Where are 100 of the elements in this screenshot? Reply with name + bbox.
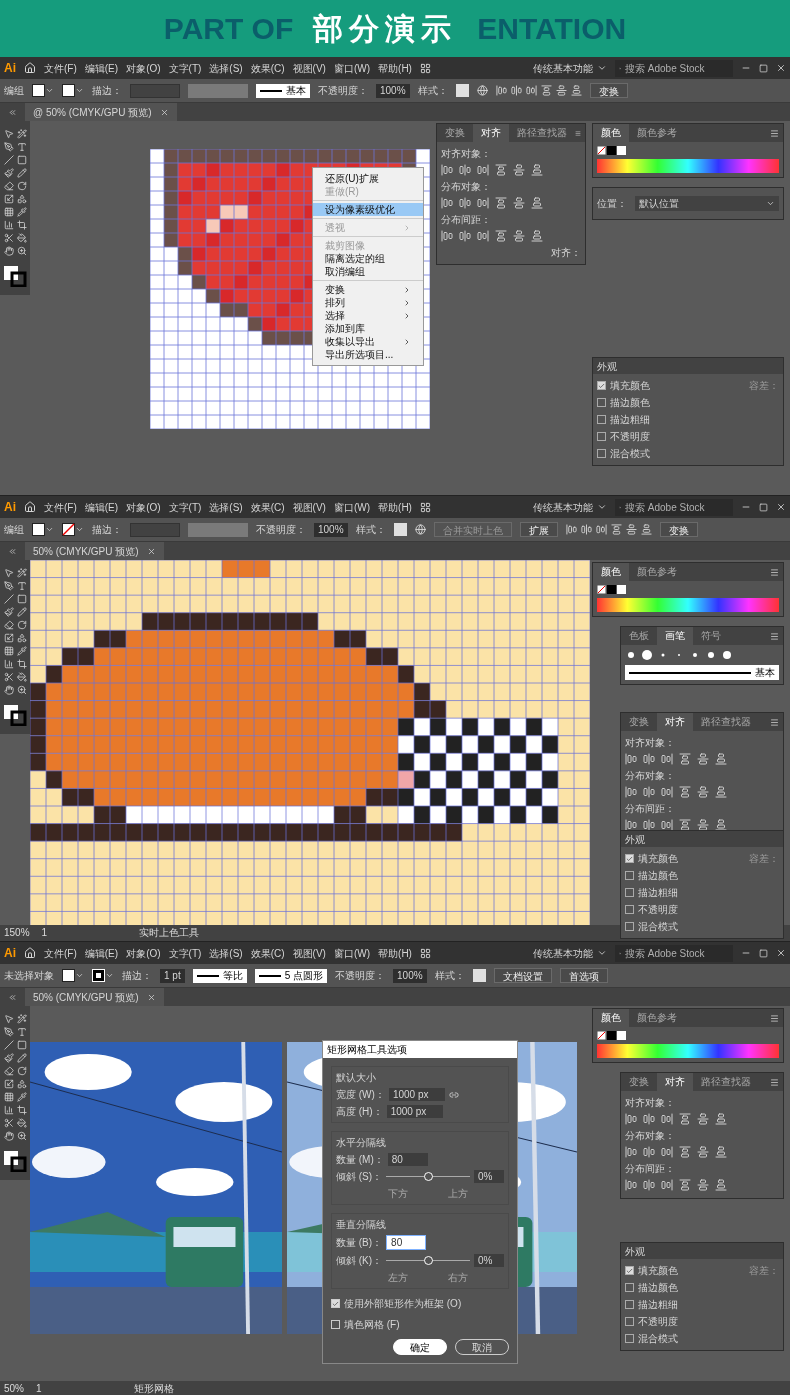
fill-stroke-swatch-icon[interactable] bbox=[597, 585, 627, 594]
search-field[interactable]: 搜索 Adobe Stock bbox=[615, 498, 733, 516]
align-top-icon[interactable] bbox=[679, 753, 691, 765]
align-bottom-icon[interactable] bbox=[531, 197, 543, 209]
close-icon[interactable] bbox=[776, 63, 786, 73]
checkbox[interactable] bbox=[625, 1300, 634, 1309]
close-icon[interactable] bbox=[776, 948, 786, 958]
checkbox[interactable] bbox=[597, 381, 606, 390]
search-field[interactable]: 搜索 Adobe Stock bbox=[615, 59, 733, 77]
align-center-icon[interactable] bbox=[643, 1146, 655, 1158]
menu-item[interactable]: 取消编组 bbox=[313, 265, 423, 278]
dialog-button[interactable]: 确定 bbox=[393, 1339, 447, 1355]
menu-item[interactable]: 视图(V) bbox=[292, 945, 326, 961]
checkbox[interactable] bbox=[625, 888, 634, 897]
align-right-icon[interactable] bbox=[661, 1113, 673, 1125]
menu-item[interactable]: 文字(T) bbox=[168, 60, 202, 76]
toolbar-button[interactable]: 文档设置 bbox=[493, 968, 552, 983]
position-dropdown[interactable]: 默认位置 bbox=[635, 196, 779, 211]
menu-item[interactable]: 效果(C) bbox=[250, 60, 285, 76]
width-field[interactable]: 1000 px bbox=[388, 1088, 445, 1101]
menu-item[interactable]: 编辑(E) bbox=[84, 60, 119, 76]
close-icon[interactable] bbox=[146, 546, 156, 556]
shapes-icon[interactable] bbox=[16, 194, 27, 204]
checkbox[interactable] bbox=[331, 1299, 340, 1308]
menu-item[interactable]: 对象(O) bbox=[126, 945, 161, 961]
crop-icon[interactable] bbox=[16, 659, 27, 669]
align-bottom-icon[interactable] bbox=[715, 1179, 727, 1191]
panel-menu-icon[interactable] bbox=[770, 1013, 779, 1023]
align-right-icon[interactable] bbox=[661, 1179, 673, 1191]
menu-item[interactable]: 帮助(H) bbox=[378, 945, 412, 961]
pointer-icon[interactable] bbox=[3, 1014, 14, 1024]
align-left-icon[interactable] bbox=[441, 230, 453, 242]
panel-menu-icon[interactable] bbox=[770, 1077, 779, 1087]
align-bottom-icon[interactable] bbox=[531, 164, 543, 176]
eyedropper-icon[interactable] bbox=[16, 646, 27, 656]
align-center-icon[interactable] bbox=[643, 1179, 655, 1191]
fill-swatch[interactable] bbox=[32, 523, 45, 536]
document-tab[interactable]: 50% (CMYK/GPU 预览) bbox=[25, 542, 164, 560]
menu-item[interactable]: 选择(S) bbox=[209, 60, 243, 76]
panel-menu-icon[interactable] bbox=[770, 631, 779, 641]
checkbox[interactable] bbox=[625, 1266, 634, 1275]
menu-item[interactable]: 编辑(E) bbox=[84, 499, 119, 515]
close-icon[interactable] bbox=[159, 107, 169, 117]
checkbox[interactable] bbox=[597, 398, 606, 407]
slider-thumb[interactable] bbox=[424, 1256, 434, 1265]
style-swatch[interactable] bbox=[393, 523, 407, 536]
zoom-icon[interactable] bbox=[16, 246, 27, 256]
home-icon[interactable] bbox=[24, 62, 36, 74]
skew-field[interactable]: 0% bbox=[474, 1254, 504, 1267]
rotate-icon[interactable] bbox=[16, 1066, 27, 1076]
stroke-weight-field[interactable] bbox=[130, 83, 180, 98]
menu-item[interactable]: 文件(F) bbox=[44, 499, 77, 515]
count-field[interactable]: 80 bbox=[386, 1235, 427, 1250]
scissors-icon[interactable] bbox=[3, 672, 14, 682]
align-middle-icon[interactable] bbox=[697, 819, 709, 831]
menu-item[interactable]: 文件(F) bbox=[44, 60, 77, 76]
panel-tab[interactable]: 颜色 bbox=[593, 124, 629, 142]
scale-icon[interactable] bbox=[3, 1079, 14, 1089]
align-middle-icon[interactable] bbox=[625, 524, 637, 535]
menu-item[interactable]: 选择(S) bbox=[209, 499, 243, 515]
type-icon[interactable] bbox=[16, 142, 27, 152]
pen-icon[interactable] bbox=[3, 1027, 14, 1037]
align-center-icon[interactable] bbox=[643, 819, 655, 831]
align-top-icon[interactable] bbox=[610, 524, 622, 535]
pen-icon[interactable] bbox=[3, 581, 14, 591]
align-middle-icon[interactable] bbox=[697, 753, 709, 765]
line-icon[interactable] bbox=[3, 155, 14, 165]
collapse-icon[interactable] bbox=[8, 107, 17, 117]
eraser-icon[interactable] bbox=[3, 1066, 14, 1076]
checkbox[interactable] bbox=[331, 1320, 340, 1329]
align-center-icon[interactable] bbox=[459, 164, 471, 176]
align-center-icon[interactable] bbox=[580, 524, 592, 535]
menu-item[interactable]: 文字(T) bbox=[168, 945, 202, 961]
stroke-style-field[interactable]: 等比 bbox=[192, 968, 247, 983]
zoom-icon[interactable] bbox=[16, 1131, 27, 1141]
panel-tab[interactable]: 对齐 bbox=[657, 1073, 693, 1091]
menu-item[interactable]: 设为像素级优化 bbox=[313, 203, 423, 216]
checkbox[interactable] bbox=[625, 905, 634, 914]
height-field[interactable]: 1000 px bbox=[386, 1105, 443, 1118]
align-left-icon[interactable] bbox=[625, 753, 637, 765]
home-icon[interactable] bbox=[24, 947, 36, 959]
align-center-icon[interactable] bbox=[643, 1113, 655, 1125]
paint-bucket-icon[interactable] bbox=[16, 672, 27, 682]
fill-swatch[interactable] bbox=[32, 84, 45, 97]
checkbox[interactable] bbox=[625, 854, 634, 863]
align-right-icon[interactable] bbox=[477, 230, 489, 242]
pointer-icon[interactable] bbox=[3, 129, 14, 139]
grid-icon[interactable] bbox=[3, 1092, 14, 1102]
maximize-icon[interactable] bbox=[759, 948, 768, 958]
align-top-icon[interactable] bbox=[495, 197, 507, 209]
line-icon[interactable] bbox=[3, 1040, 14, 1050]
align-right-icon[interactable] bbox=[661, 819, 673, 831]
align-top-icon[interactable] bbox=[540, 85, 552, 96]
close-icon[interactable] bbox=[146, 992, 156, 1002]
checkbox[interactable] bbox=[625, 1317, 634, 1326]
pencil-icon[interactable] bbox=[16, 1053, 27, 1063]
checkbox[interactable] bbox=[625, 1283, 634, 1292]
hand-icon[interactable] bbox=[3, 685, 14, 695]
align-top-icon[interactable] bbox=[495, 164, 507, 176]
menu-item[interactable]: 对象(O) bbox=[126, 499, 161, 515]
